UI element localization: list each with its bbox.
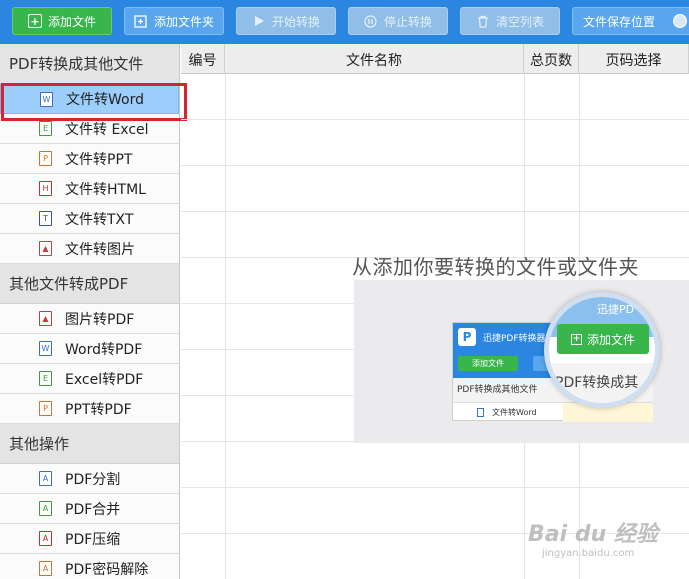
guide-illustration: P 迅捷PDF转换器 添加文件 PDF转换成其他文件 文件转Word 迅捷PD … — [354, 280, 689, 443]
sidebar-item-label: 文件转HTML — [65, 181, 146, 198]
column-header-page-select[interactable]: 页码选择 — [579, 44, 689, 74]
sidebar-item-label: Excel转PDF — [65, 371, 144, 388]
save-location-radio[interactable] — [673, 14, 687, 28]
sidebar-item-label: 图片转PDF — [65, 311, 135, 328]
ppt-icon: P — [39, 401, 52, 416]
mini-sidebar-item: 文件转Word — [453, 403, 563, 422]
add-file-label: 添加文件 — [47, 14, 96, 29]
plus-icon: + — [570, 333, 582, 345]
sidebar-item[interactable]: T 文件转TXT — [0, 204, 179, 234]
sidebar-item[interactable]: A PDF合并 — [0, 494, 179, 524]
sidebar-item-label: 文件转PPT — [65, 151, 133, 168]
add-folder-label: 添加文件夹 — [153, 14, 214, 29]
start-convert-label: 开始转换 — [271, 14, 320, 29]
add-file-button[interactable]: + 添加文件 — [12, 7, 112, 35]
mini-item-label: 文件转Word — [492, 408, 537, 417]
pdf-icon: A — [39, 531, 52, 546]
sidebar-item-label: PDF密码解除 — [65, 561, 149, 578]
sidebar-item[interactable]: H 文件转HTML — [0, 174, 179, 204]
watermark-url: jingyan.baidu.com — [542, 548, 635, 559]
watermark-main: Bai du 经验 — [528, 522, 658, 547]
plus-icon: + — [27, 14, 42, 28]
sidebar-item-label: Word转PDF — [65, 341, 143, 358]
stop-convert-label: 停止转换 — [383, 14, 432, 29]
mini-add-file-button: 添加文件 — [458, 356, 518, 371]
html-icon: H — [39, 181, 52, 196]
pdf-icon: A — [39, 501, 52, 516]
section-header-other-to-pdf: 其他文件转成PDF — [0, 264, 179, 304]
sidebar-item-label: 文件转TXT — [65, 211, 134, 228]
magnifier-add-label: 添加文件 — [586, 332, 635, 347]
sidebar-item[interactable]: A PDF压缩 — [0, 524, 179, 554]
image-icon: ▲ — [39, 241, 52, 256]
section-other-to-pdf-items: ▲ 图片转PDF W Word转PDF E Excel转PDF P PPT转PDF — [0, 304, 179, 424]
trash-icon — [476, 14, 490, 28]
play-icon — [252, 14, 266, 28]
pause-icon — [364, 14, 378, 28]
word-icon: W — [40, 91, 53, 107]
sidebar-item-label: 文件转图片 — [65, 241, 135, 258]
stop-convert-button[interactable]: 停止转换 — [348, 7, 448, 35]
txt-icon: T — [39, 211, 52, 226]
sidebar-item[interactable]: W 文件转Word — [0, 84, 179, 114]
column-header-page-count[interactable]: 总页数 — [524, 44, 579, 74]
sidebar-item[interactable]: A PDF密码解除 — [0, 554, 179, 579]
word-icon: W — [39, 341, 52, 356]
section-other-operations-items: A PDF分割 A PDF合并 A PDF压缩 A PDF密码解除 — [0, 464, 179, 579]
magnifier-add-file-button: + 添加文件 — [557, 324, 649, 354]
column-divider — [225, 74, 226, 579]
sidebar-item-label: 文件转 Excel — [65, 121, 149, 138]
column-header-filename[interactable]: 文件名称 — [225, 44, 524, 74]
section-pdf-to-other-items: W 文件转Word E 文件转 Excel P 文件转PPT H 文件转HTML T 文件转TXT… — [0, 84, 179, 264]
guide-text: 从添加你要转换的文件或文件夹 — [352, 255, 639, 279]
ppt-icon: P — [39, 151, 52, 166]
pdf-icon: A — [39, 561, 52, 576]
app-logo-icon: P — [458, 328, 476, 346]
toolbar: + 添加文件 添加文件夹 开始转换 停止转换 清空列表 文件保存位置 — [0, 0, 689, 44]
save-location-label: 文件保存位置 — [583, 14, 656, 29]
watermark: Bai du 经验 jingyan.baidu.com — [528, 516, 658, 566]
mini-app-title: 迅捷PDF转换器 — [483, 334, 546, 344]
image-icon: ▲ — [39, 311, 52, 326]
sidebar-item-label: PPT转PDF — [65, 401, 132, 418]
magnifier-title: 迅捷PD — [597, 303, 635, 316]
sidebar-item-label: PDF合并 — [65, 501, 121, 518]
sidebar: PDF转换成其他文件 W 文件转Word E 文件转 Excel P 文件转PPT H 文件转… — [0, 44, 180, 579]
section-header-other-operations: 其他操作 — [0, 424, 179, 464]
magnifier-section: PDF转换成其 — [549, 363, 655, 403]
section-header-pdf-to-other: PDF转换成其他文件 — [0, 44, 179, 84]
sidebar-item[interactable]: W Word转PDF — [0, 334, 179, 364]
sidebar-item[interactable]: E 文件转 Excel — [0, 114, 179, 144]
sidebar-item[interactable]: P PPT转PDF — [0, 394, 179, 424]
sidebar-item[interactable]: P 文件转PPT — [0, 144, 179, 174]
sidebar-item[interactable]: ▲ 文件转图片 — [0, 234, 179, 264]
start-convert-button[interactable]: 开始转换 — [236, 7, 336, 35]
sidebar-item-label: PDF压缩 — [65, 531, 121, 548]
sidebar-item[interactable]: A PDF分割 — [0, 464, 179, 494]
sidebar-item-label: PDF分割 — [65, 471, 121, 488]
folder-plus-icon — [134, 14, 148, 28]
add-folder-button[interactable]: 添加文件夹 — [124, 7, 224, 35]
column-header-index[interactable]: 编号 — [181, 44, 225, 74]
excel-icon: E — [39, 371, 52, 386]
clear-list-label: 清空列表 — [495, 14, 544, 29]
table-header: 编号 文件名称 总页数 页码选择 — [181, 44, 689, 74]
pdf-icon: A — [39, 471, 52, 486]
excel-icon: E — [39, 121, 52, 136]
save-location-button[interactable]: 文件保存位置 — [572, 7, 689, 35]
clear-list-button[interactable]: 清空列表 — [460, 7, 560, 35]
sidebar-item-label: 文件转Word — [66, 92, 144, 108]
sidebar-item[interactable]: ▲ 图片转PDF — [0, 304, 179, 334]
sidebar-item[interactable]: E Excel转PDF — [0, 364, 179, 394]
word-icon — [477, 408, 484, 417]
magnifier: 迅捷PD + 添加文件 PDF转换成其 — [544, 292, 660, 408]
